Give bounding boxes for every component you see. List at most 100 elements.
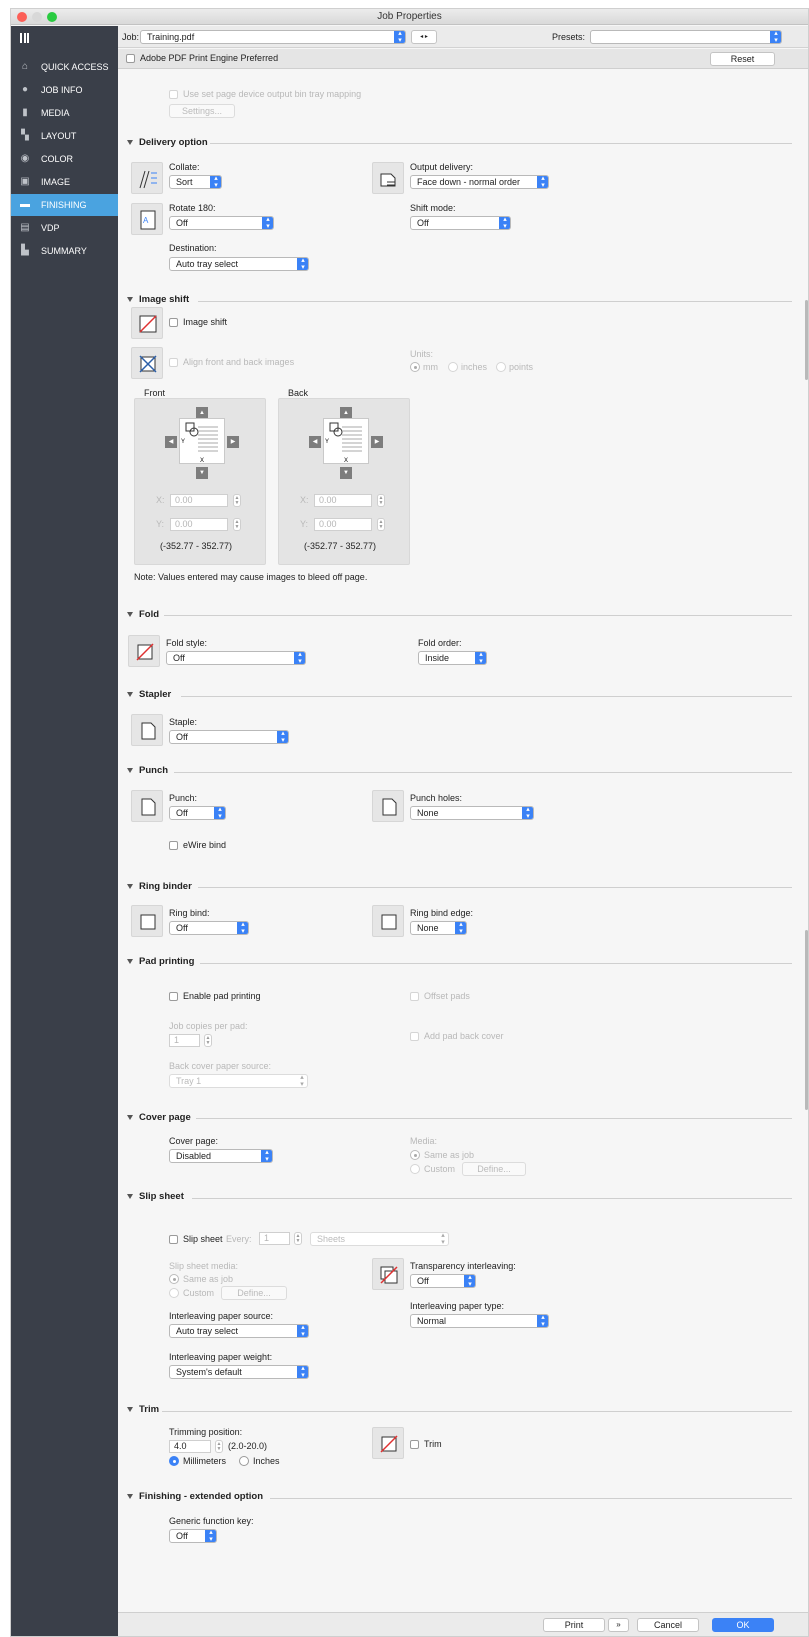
sidebar-item-color[interactable]: ◉ COLOR xyxy=(11,148,118,170)
shift-down-button[interactable]: ▼ xyxy=(196,467,208,479)
ring-bind-select[interactable]: Off ▴ ▾ xyxy=(169,921,249,935)
every-input[interactable]: 1 xyxy=(259,1232,290,1245)
offset-pads-checkbox[interactable] xyxy=(410,992,419,1001)
back-y-stepper[interactable]: ▲ ▼ xyxy=(377,518,385,531)
front-x-stepper[interactable]: ▲ ▼ xyxy=(233,494,241,507)
job-nav-buttons[interactable]: ◂ ▸ xyxy=(411,30,437,44)
cover-same-as-job-radio[interactable] xyxy=(410,1150,420,1160)
extended-option-header[interactable]: Finishing - extended option xyxy=(127,1491,263,1502)
fold-style-select[interactable]: Off ▴ ▾ xyxy=(166,651,306,665)
back-cover-source-select[interactable]: Tray 1 ▴ ▾ xyxy=(169,1074,308,1088)
every-stepper[interactable]: ▲ ▼ xyxy=(294,1232,302,1245)
fold-header[interactable]: Fold xyxy=(127,609,159,620)
image-shift-checkbox[interactable] xyxy=(169,318,178,327)
paper-weight-select[interactable]: System's default ▴ ▾ xyxy=(169,1365,309,1379)
sidebar-item-job-info[interactable]: ● JOB INFO xyxy=(11,79,118,101)
minimize-window-button[interactable] xyxy=(32,12,42,22)
staple-select[interactable]: Off ▴ ▾ xyxy=(169,730,289,744)
function-key-select[interactable]: Off ▴ ▾ xyxy=(169,1529,217,1543)
pad-printing-header[interactable]: Pad printing xyxy=(127,956,194,967)
trim-checkbox[interactable] xyxy=(410,1440,419,1449)
job-copies-input[interactable]: 1 xyxy=(169,1034,200,1047)
ring-bind-edge-select[interactable]: None ▴ ▾ xyxy=(410,921,467,935)
reset-button[interactable]: Reset xyxy=(710,52,775,66)
slip-sheet-checkbox[interactable] xyxy=(169,1235,178,1244)
ewire-bind-checkbox[interactable] xyxy=(169,841,178,850)
destination-select[interactable]: Auto tray select ▴ ▾ xyxy=(169,257,309,271)
transparency-select[interactable]: Off ▴ ▾ xyxy=(410,1274,476,1288)
offset-pads-label: Offset pads xyxy=(424,991,470,1001)
sidebar-item-media[interactable]: ▮ MEDIA xyxy=(11,102,118,124)
millimeters-radio[interactable] xyxy=(169,1456,179,1466)
shift-right-button[interactable]: ▶ xyxy=(227,436,239,448)
stapler-header[interactable]: Stapler xyxy=(127,689,171,700)
ok-button[interactable]: OK xyxy=(712,1618,774,1632)
trim-header[interactable]: Trim xyxy=(127,1404,159,1415)
sidebar-item-vdp[interactable]: ▤ VDP xyxy=(11,217,118,239)
pdf-engine-checkbox[interactable] xyxy=(126,54,135,63)
fold-order-select[interactable]: Inside ▴ ▾ xyxy=(418,651,487,665)
unit-mm-radio[interactable] xyxy=(410,362,420,372)
output-delivery-select[interactable]: Face down - normal order ▴ ▾ xyxy=(410,175,549,189)
trimming-position-input[interactable]: 4.0 xyxy=(169,1440,211,1453)
punch-holes-select[interactable]: None ▴ ▾ xyxy=(410,806,534,820)
more-options-button[interactable]: » xyxy=(608,1618,629,1632)
align-images-checkbox[interactable] xyxy=(169,358,178,367)
punch-select[interactable]: Off ▴ ▾ xyxy=(169,806,226,820)
inches-radio[interactable] xyxy=(239,1456,249,1466)
sidebar-item-quick-access[interactable]: ⌂ QUICK ACCESS xyxy=(11,56,118,78)
ring-binder-header[interactable]: Ring binder xyxy=(127,881,192,892)
image-shift-header[interactable]: Image shift xyxy=(127,294,189,305)
cover-page-select[interactable]: Disabled ▴ ▾ xyxy=(169,1149,273,1163)
unit-inches-radio[interactable] xyxy=(448,362,458,372)
scrollbar-thumb-secondary[interactable] xyxy=(805,930,808,1110)
shift-right-button[interactable]: ▶ xyxy=(371,436,383,448)
front-y-input[interactable]: 0.00 xyxy=(170,518,228,531)
every-unit-select[interactable]: Sheets ▴ ▾ xyxy=(310,1232,449,1246)
sidebar-item-layout[interactable]: ▚ LAYOUT xyxy=(11,125,118,147)
sidebar-item-finishing[interactable]: ▬ FINISHING xyxy=(11,194,118,216)
sidebar-item-summary[interactable]: ▙ SUMMARY xyxy=(11,240,118,262)
job-select[interactable]: Training.pdf ▴ ▾ xyxy=(140,30,406,44)
back-x-input[interactable]: 0.00 xyxy=(314,494,372,507)
back-y-input[interactable]: 0.00 xyxy=(314,518,372,531)
bin-mapping-checkbox[interactable] xyxy=(169,90,178,99)
close-window-button[interactable] xyxy=(17,12,27,22)
zoom-window-button[interactable] xyxy=(47,12,57,22)
cover-page-header[interactable]: Cover page xyxy=(127,1112,191,1123)
sidebar-item-image[interactable]: ▣ IMAGE xyxy=(11,171,118,193)
chevron-updown-icon: ▴ ▾ xyxy=(499,217,510,229)
enable-pad-printing-checkbox[interactable] xyxy=(169,992,178,1001)
job-copies-label: Job copies per pad: xyxy=(169,1021,248,1031)
paper-source-select[interactable]: Auto tray select ▴ ▾ xyxy=(169,1324,309,1338)
delivery-option-header[interactable]: Delivery option xyxy=(127,137,208,148)
cancel-button[interactable]: Cancel xyxy=(637,1618,699,1632)
slip-custom-radio[interactable] xyxy=(169,1288,179,1298)
scrollbar-thumb[interactable] xyxy=(805,300,808,380)
unit-points-radio[interactable] xyxy=(496,362,506,372)
front-x-input[interactable]: 0.00 xyxy=(170,494,228,507)
slip-sheet-header[interactable]: Slip sheet xyxy=(127,1191,184,1202)
settings-button[interactable]: Settings... xyxy=(169,104,235,118)
cover-custom-radio[interactable] xyxy=(410,1164,420,1174)
print-button[interactable]: Print xyxy=(543,1618,605,1632)
transparency-icon xyxy=(372,1258,404,1290)
collate-select[interactable]: Sort ▴ ▾ xyxy=(169,175,222,189)
pad-back-cover-checkbox[interactable] xyxy=(410,1032,419,1041)
trimming-position-stepper[interactable]: ▲ ▼ xyxy=(215,1440,223,1453)
cover-define-button[interactable]: Define... xyxy=(462,1162,526,1176)
menu-icon[interactable] xyxy=(20,33,29,43)
job-copies-stepper[interactable]: ▲ ▼ xyxy=(204,1034,212,1047)
back-x-stepper[interactable]: ▲ ▼ xyxy=(377,494,385,507)
rotate-select[interactable]: Off ▴ ▾ xyxy=(169,216,274,230)
shift-left-button[interactable]: ◀ xyxy=(309,436,321,448)
slip-define-button[interactable]: Define... xyxy=(221,1286,287,1300)
shift-left-button[interactable]: ◀ xyxy=(165,436,177,448)
front-y-stepper[interactable]: ▲ ▼ xyxy=(233,518,241,531)
punch-header[interactable]: Punch xyxy=(127,765,168,776)
shift-down-button[interactable]: ▼ xyxy=(340,467,352,479)
paper-type-select[interactable]: Normal ▴ ▾ xyxy=(410,1314,549,1328)
slip-same-as-job-radio[interactable] xyxy=(169,1274,179,1284)
shift-mode-select[interactable]: Off ▴ ▾ xyxy=(410,216,511,230)
presets-select[interactable]: ▴ ▾ xyxy=(590,30,782,44)
